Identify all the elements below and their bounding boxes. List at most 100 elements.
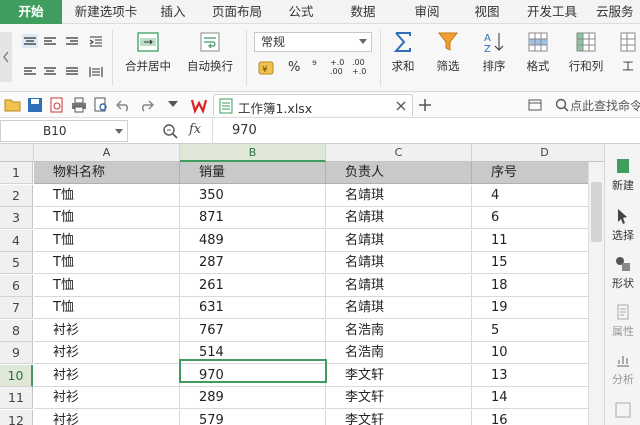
table-cell[interactable]: 767 [180,319,326,342]
command-search-input[interactable]: 点此查找命令 [570,97,640,114]
table-cell[interactable]: 871 [180,207,326,229]
save-icon[interactable] [27,97,43,113]
table-cell[interactable]: 名靖琪 [326,297,472,319]
number-format-select[interactable]: 常规 [254,32,372,52]
decimal-increase-button[interactable]: +.0 .00 [330,58,344,76]
table-cell[interactable]: 衬衫 [34,364,180,387]
tab-data[interactable]: 数据 [340,0,386,24]
fx-button[interactable]: fx [189,122,201,137]
header-cell[interactable]: 负责人 [326,162,472,184]
table-cell[interactable]: 16 [472,410,604,425]
row-header[interactable]: 8 [0,319,33,342]
side-new-button[interactable]: 新建 [605,158,640,193]
align-center-icon[interactable] [42,34,58,48]
auto-wrap-button[interactable]: 自动换行 [182,30,238,74]
column-header-d[interactable]: D [472,144,604,162]
row-header[interactable]: 12 [0,409,33,425]
table-cell[interactable]: T恤 [34,207,180,229]
table-cell[interactable]: 衬衫 [34,319,180,342]
table-cell[interactable]: 350 [180,184,326,207]
decimal-decrease-button[interactable]: .00 +.0 [352,58,366,76]
table-cell[interactable]: 李文轩 [326,409,472,425]
row-header[interactable]: 1 [0,162,33,184]
row-header[interactable]: 11 [0,387,33,409]
side-analysis-button[interactable]: 分析 [605,352,640,387]
table-cell[interactable]: 名靖琪 [326,229,472,252]
table-cell[interactable]: 514 [180,342,326,364]
header-cell[interactable]: 物料名称 [34,162,180,184]
format-button[interactable]: 格式 [518,30,558,74]
row-header[interactable]: 6 [0,274,33,297]
table-cell[interactable]: 289 [180,387,326,409]
table-cell[interactable]: 970 [180,364,326,387]
filter-button[interactable]: 筛选 [428,30,468,74]
export-pdf-icon[interactable] [49,97,65,113]
name-box[interactable]: B10 [0,120,128,142]
align-justify-icon[interactable] [64,64,80,78]
table-cell[interactable]: 衬衫 [34,342,180,364]
select-all-corner[interactable] [0,144,34,162]
distribute-icon[interactable] [88,64,104,78]
row-header[interactable]: 2 [0,184,33,207]
table-cell[interactable]: T恤 [34,229,180,252]
align-top-center-icon[interactable] [22,34,38,48]
table-cell[interactable]: 6 [472,207,604,229]
table-cell[interactable]: 261 [180,274,326,297]
column-header-a[interactable]: A [34,144,180,162]
wps-logo-icon[interactable] [190,96,208,114]
currency-icon[interactable]: ¥ [256,58,278,80]
table-cell[interactable]: 18 [472,275,604,297]
sum-button[interactable]: 求和 [386,30,420,74]
folder-open-icon[interactable] [4,97,22,113]
merge-center-button[interactable]: 合并居中 [120,30,176,74]
redo-icon[interactable] [138,97,154,113]
row-header[interactable]: 5 [0,252,33,274]
row-col-button[interactable]: 行和列 [564,30,608,74]
side-properties-button[interactable]: 属性 [605,304,640,339]
window-icon[interactable] [528,98,544,112]
worksheet-button[interactable]: 工 [616,30,640,74]
row-header[interactable]: 9 [0,342,33,364]
table-cell[interactable]: 4 [472,185,604,207]
align-middle-icon[interactable] [42,64,58,78]
file-tab[interactable]: 工作簿1.xlsx [213,94,413,116]
undo-icon[interactable] [116,97,132,113]
formula-input[interactable]: 970 [232,123,257,138]
sort-button[interactable]: AZ 排序 [474,30,514,74]
table-cell[interactable]: 10 [472,342,604,364]
new-tab-plus-icon[interactable] [418,98,432,112]
table-cell[interactable]: T恤 [34,184,180,207]
table-cell[interactable]: T恤 [34,274,180,297]
table-cell[interactable]: T恤 [34,252,180,274]
print-preview-icon[interactable] [93,97,109,113]
tab-home[interactable]: 开始 [0,0,62,24]
table-cell[interactable]: 衬衫 [34,387,180,409]
ribbon-scroll-left[interactable] [0,32,12,82]
column-header-c[interactable]: C [326,144,472,162]
percent-button[interactable]: % [288,60,300,75]
side-shape-button[interactable]: 形状 [605,256,640,291]
tab-insert[interactable]: 插入 [150,0,196,24]
tab-cloud[interactable]: 云服务 [592,0,640,24]
table-cell[interactable]: 名浩南 [326,319,472,342]
table-cell[interactable]: T恤 [34,297,180,319]
table-cell[interactable]: 名靖琪 [326,207,472,229]
tab-view[interactable]: 视图 [466,0,508,24]
table-cell[interactable]: 11 [472,230,604,252]
thousands-button[interactable]: ⁹ [312,58,317,72]
align-left-icon[interactable] [22,64,38,78]
table-cell[interactable]: 579 [180,409,326,425]
table-cell[interactable]: 5 [472,320,604,342]
row-header[interactable]: 4 [0,229,33,252]
table-cell[interactable]: 名靖琪 [326,274,472,297]
table-cell[interactable]: 14 [472,387,604,409]
table-cell[interactable]: 287 [180,252,326,274]
table-cell[interactable]: 李文轩 [326,364,472,387]
table-cell[interactable]: 631 [180,297,326,319]
align-right-icon[interactable] [64,34,80,48]
close-icon[interactable] [396,101,406,111]
customize-arrow-icon[interactable] [168,101,178,109]
table-cell[interactable]: 15 [472,252,604,274]
table-cell[interactable]: 489 [180,229,326,252]
print-icon[interactable] [71,97,87,113]
